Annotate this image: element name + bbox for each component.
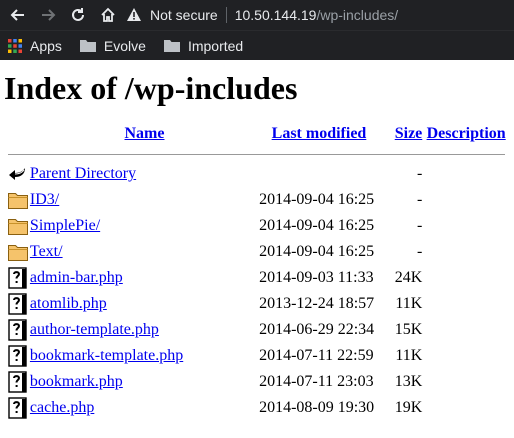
size-cell: 11K (395, 347, 423, 364)
size-cell: 24K (394, 269, 423, 286)
browser-toolbar: Not secure 10.50.144.19/wp-includes/ (0, 0, 514, 30)
folder-icon (79, 40, 96, 52)
entry-link[interactable]: cache.php (30, 399, 94, 416)
size-cell: - (416, 165, 423, 182)
name-column-header: Name (30, 121, 259, 147)
reload-icon[interactable] (66, 3, 90, 27)
sort-by-description-link[interactable]: Description (427, 125, 506, 142)
table-row: Text/ 2014-09-04 16:25 - (4, 239, 510, 265)
modified-cell: 2014-09-04 16:25 (259, 243, 375, 260)
bookmark-imported[interactable]: Imported (163, 37, 244, 54)
back-arrow-icon[interactable] (6, 3, 30, 27)
divider-row (4, 147, 510, 161)
bookmark-label: Evolve (103, 37, 146, 54)
apps-grid-icon (8, 38, 22, 53)
description-cell (422, 291, 510, 317)
bookmarks-bar: Apps Evolve Imported (0, 30, 514, 60)
directory-listing-page: Index of /wp-includes Name Last modified… (0, 70, 514, 421)
table-row: ID3/ 2014-09-04 16:25 - (4, 187, 510, 213)
size-cell: - (416, 217, 423, 234)
bookmark-evolve[interactable]: Evolve (79, 37, 146, 54)
address-bar[interactable]: Not secure 10.50.144.19/wp-includes/ (126, 3, 508, 27)
entry-link[interactable]: Parent Directory (30, 165, 136, 182)
modified-cell: 2014-08-09 19:30 (259, 399, 375, 416)
folder-icon (4, 243, 30, 261)
modified-column-header: Last modified (259, 121, 379, 147)
description-cell (422, 161, 510, 187)
unknown-file-icon (4, 397, 30, 419)
forward-arrow-icon[interactable] (36, 3, 60, 27)
size-cell: - (416, 243, 423, 260)
size-cell: 19K (394, 399, 423, 416)
unknown-file-icon (4, 371, 30, 393)
folder-icon (4, 217, 30, 235)
entry-link[interactable]: author-template.php (30, 321, 159, 338)
table-row: author-template.php 2014-06-29 22:34 15K (4, 317, 510, 343)
table-row: cache.php 2014-08-09 19:30 19K (4, 395, 510, 421)
table-row: SimplePie/ 2014-09-04 16:25 - (4, 213, 510, 239)
table-row: Parent Directory - (4, 161, 510, 187)
entry-link[interactable]: ID3/ (30, 191, 59, 208)
modified-cell: 2013-12-24 18:57 (259, 295, 375, 312)
listing-rows: Parent Directory - ID3/ 2014-09-04 16:25… (4, 161, 510, 421)
home-icon[interactable] (96, 3, 120, 27)
divider (8, 153, 505, 155)
sort-by-name-link[interactable]: Name (125, 125, 165, 142)
modified-cell: 2014-09-04 16:25 (259, 191, 375, 208)
modified-cell (259, 161, 379, 187)
description-cell (422, 265, 510, 291)
entry-link[interactable]: bookmark.php (30, 373, 123, 390)
table-row: atomlib.php 2013-12-24 18:57 11K (4, 291, 510, 317)
table-row: bookmark-template.php 2014-07-11 22:59 1… (4, 343, 510, 369)
omnibox-separator (225, 7, 227, 23)
entry-link[interactable]: atomlib.php (30, 295, 107, 312)
url-host: 10.50.144.19 (234, 7, 317, 23)
description-cell (422, 187, 510, 213)
description-cell (422, 343, 510, 369)
unknown-file-icon (4, 293, 30, 315)
table-row: bookmark.php 2014-07-11 23:03 13K (4, 369, 510, 395)
size-cell: 11K (395, 295, 423, 312)
modified-cell: 2014-06-29 22:34 (259, 321, 375, 338)
bookmark-label: Apps (30, 37, 62, 54)
modified-cell: 2014-07-11 23:03 (259, 373, 374, 390)
description-cell (422, 239, 510, 265)
sort-by-size-link[interactable]: Size (395, 125, 423, 142)
modified-cell: 2014-09-04 16:25 (259, 217, 375, 234)
description-cell (422, 395, 510, 421)
header-row: Name Last modified Size Description (4, 121, 510, 147)
description-cell (422, 213, 510, 239)
entry-link[interactable]: Text/ (30, 243, 63, 260)
folder-icon (4, 191, 30, 209)
sort-by-modified-link[interactable]: Last modified (272, 125, 367, 142)
modified-cell: 2014-09-03 11:33 (259, 269, 374, 286)
size-cell: - (416, 191, 423, 208)
modified-cell: 2014-07-11 22:59 (259, 347, 374, 364)
description-cell (422, 317, 510, 343)
security-label: Not secure (150, 7, 218, 23)
size-column-header: Size (379, 121, 423, 147)
table-row: admin-bar.php 2014-09-03 11:33 24K (4, 265, 510, 291)
entry-link[interactable]: bookmark-template.php (30, 347, 183, 364)
icon-column-header (4, 121, 30, 147)
entry-link[interactable]: admin-bar.php (30, 269, 123, 286)
unknown-file-icon (4, 345, 30, 367)
listing-table: Name Last modified Size Description Pare… (4, 121, 510, 421)
folder-icon (163, 40, 180, 52)
entry-link[interactable]: SimplePie/ (30, 217, 100, 234)
back-icon (4, 164, 30, 184)
bookmark-label: Imported (187, 37, 244, 54)
url-path: /wp-includes/ (316, 7, 399, 23)
page-title: Index of /wp-includes (4, 70, 298, 106)
warning-icon (127, 8, 141, 21)
description-cell (422, 369, 510, 395)
bookmark-apps[interactable]: Apps (8, 38, 62, 54)
size-cell: 15K (394, 321, 423, 338)
description-column-header: Description (422, 121, 510, 147)
unknown-file-icon (4, 319, 30, 341)
unknown-file-icon (4, 267, 30, 289)
size-cell: 13K (394, 373, 423, 390)
